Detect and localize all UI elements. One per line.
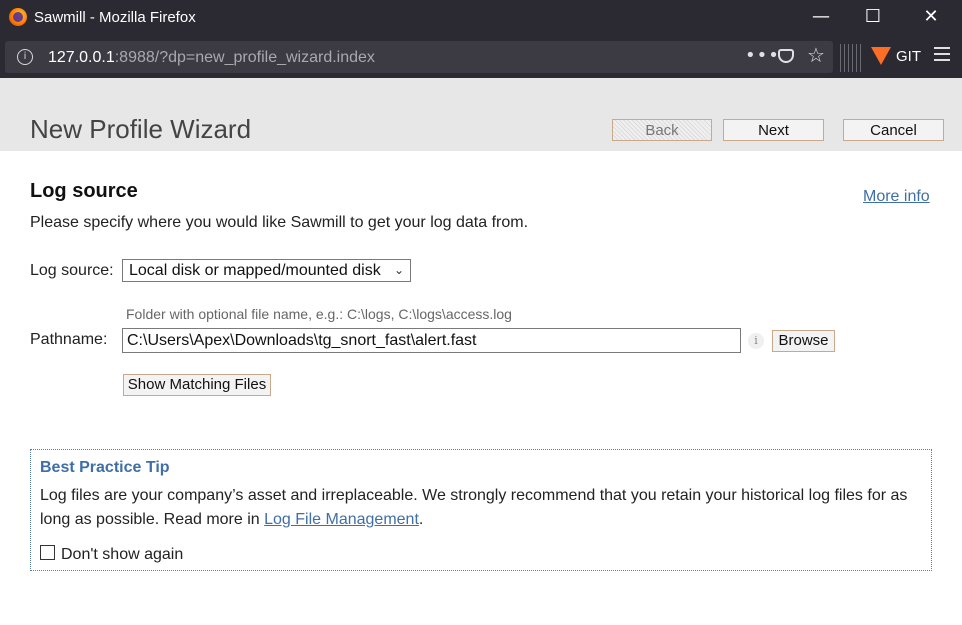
git-extension-label[interactable]: GIT xyxy=(896,48,921,65)
chevron-down-icon: ⌄ xyxy=(393,263,404,277)
url-host: 127.0.0.1 xyxy=(48,49,115,66)
url-text[interactable]: 127.0.0.1:8988/?dp=new_profile_wizard.in… xyxy=(48,49,375,67)
close-window-button[interactable]: ✕ xyxy=(906,0,956,36)
log-source-select[interactable]: Local disk or mapped/mounted disk ⌄ xyxy=(122,259,411,282)
page-title: New Profile Wizard xyxy=(30,114,252,144)
dont-show-again-label[interactable]: Don't show again xyxy=(61,546,183,564)
url-path: :8988/?dp=new_profile_wizard.index xyxy=(114,49,375,66)
best-practice-tip: Best Practice Tip Log files are your com… xyxy=(30,449,932,571)
tip-title: Best Practice Tip xyxy=(40,459,170,476)
path-hint: Folder with optional file name, e.g.: C:… xyxy=(126,306,512,322)
browse-button[interactable]: Browse xyxy=(772,330,835,352)
section-intro: Please specify where you would like Sawm… xyxy=(30,214,529,231)
log-source-label: Log source: xyxy=(30,262,114,279)
window-title: Sawmill - Mozilla Firefox xyxy=(34,9,196,26)
dont-show-again-checkbox[interactable] xyxy=(40,545,55,560)
site-info-icon[interactable]: i xyxy=(17,49,33,65)
show-matching-files-button[interactable]: Show Matching Files xyxy=(123,374,271,396)
gitlab-icon[interactable] xyxy=(871,47,891,65)
page-actions-icon[interactable]: ••• xyxy=(745,45,780,66)
minimize-button[interactable]: — xyxy=(796,0,846,36)
info-icon[interactable]: i xyxy=(748,333,764,349)
maximize-button[interactable]: ☐ xyxy=(848,0,898,36)
cancel-button[interactable]: Cancel xyxy=(843,119,944,141)
firefox-logo-icon xyxy=(9,8,27,26)
next-button[interactable]: Next xyxy=(723,119,824,141)
back-button[interactable]: Back xyxy=(612,119,712,141)
pocket-icon[interactable] xyxy=(778,49,794,63)
browser-titlebar: Sawmill - Mozilla Firefox — ☐ ✕ xyxy=(0,0,962,36)
wizard-header: New Profile Wizard Back Next Cancel xyxy=(0,78,962,151)
url-bar[interactable]: i 127.0.0.1:8988/?dp=new_profile_wizard.… xyxy=(5,41,833,73)
hamburger-menu-icon[interactable] xyxy=(934,47,950,63)
pathname-input[interactable]: C:\Users\Apex\Downloads\tg_snort_fast\al… xyxy=(122,328,741,353)
section-title: Log source xyxy=(30,180,138,202)
bookmark-star-icon[interactable]: ☆ xyxy=(807,43,825,67)
browser-navbar: i 127.0.0.1:8988/?dp=new_profile_wizard.… xyxy=(0,36,962,78)
tip-text-body: Log files are your company’s asset and i… xyxy=(40,487,908,528)
tip-text: Log files are your company’s asset and i… xyxy=(40,484,925,532)
log-file-management-link[interactable]: Log File Management xyxy=(264,511,419,528)
tip-text-end: . xyxy=(418,511,424,528)
log-source-value: Local disk or mapped/mounted disk xyxy=(129,262,381,279)
pathname-label: Pathname: xyxy=(30,331,108,348)
library-icon[interactable] xyxy=(840,44,864,72)
more-info-link[interactable]: More info xyxy=(863,188,930,206)
